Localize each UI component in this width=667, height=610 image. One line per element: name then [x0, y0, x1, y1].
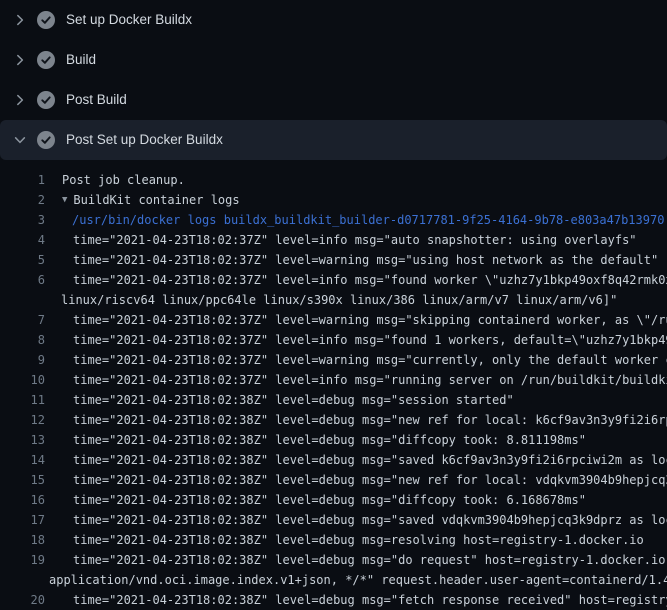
log-line: 16 time="2021-04-23T18:02:38Z" level=deb… [0, 490, 667, 510]
chevron-down-icon[interactable] [12, 132, 28, 148]
line-number[interactable]: 5 [0, 250, 45, 270]
line-number[interactable]: 17 [0, 510, 45, 530]
line-number[interactable]: 11 [0, 390, 45, 410]
check-circle-icon [37, 51, 55, 69]
line-text: Post job cleanup. [45, 170, 185, 190]
step-row[interactable]: Post Set up Docker Buildx [0, 120, 667, 160]
line-text: linux/riscv64 linux/ppc64le linux/s390x … [45, 290, 617, 310]
line-text: time="2021-04-23T18:02:38Z" level=debug … [45, 510, 667, 530]
line-number[interactable]: 12 [0, 410, 45, 430]
line-text: time="2021-04-23T18:02:38Z" level=debug … [45, 550, 667, 570]
log-line: 6 time="2021-04-23T18:02:37Z" level=info… [0, 270, 667, 290]
step-title: Build [66, 40, 96, 80]
line-number[interactable]: 20 [0, 590, 45, 610]
step-row[interactable]: Build [0, 40, 667, 80]
line-text: time="2021-04-23T18:02:38Z" level=debug … [45, 430, 586, 450]
log-line: linux/riscv64 linux/ppc64le linux/s390x … [0, 290, 667, 310]
line-number[interactable]: 14 [0, 450, 45, 470]
log-line: 10 time="2021-04-23T18:02:37Z" level=inf… [0, 370, 667, 390]
log-line: 4 time="2021-04-23T18:02:37Z" level=info… [0, 230, 667, 250]
check-circle-icon [37, 91, 55, 109]
line-text: /usr/bin/docker logs buildx_buildkit_bui… [45, 210, 664, 230]
line-number[interactable]: 10 [0, 370, 45, 390]
line-text: BuildKit container logs [67, 190, 239, 210]
line-number[interactable]: 7 [0, 310, 45, 330]
line-number[interactable]: 6 [0, 270, 45, 290]
line-number[interactable]: 13 [0, 430, 45, 450]
steps-list: Set up Docker Buildx Build [0, 0, 667, 160]
line-number[interactable]: 4 [0, 230, 45, 250]
chevron-right-icon[interactable] [12, 12, 28, 28]
log-line: 5 time="2021-04-23T18:02:37Z" level=warn… [0, 250, 667, 270]
step-title: Set up Docker Buildx [66, 0, 192, 40]
line-text: time="2021-04-23T18:02:38Z" level=debug … [45, 450, 667, 470]
chevron-right-icon[interactable] [12, 92, 28, 108]
line-number[interactable]: 18 [0, 530, 45, 550]
log-line: 8 time="2021-04-23T18:02:37Z" level=info… [0, 330, 667, 350]
step-row[interactable]: Set up Docker Buildx [0, 0, 667, 40]
check-circle-icon [37, 131, 55, 149]
log-line: 13 time="2021-04-23T18:02:38Z" level=deb… [0, 430, 667, 450]
step-row[interactable]: Post Build [0, 80, 667, 120]
log-line: 19 time="2021-04-23T18:02:38Z" level=deb… [0, 550, 667, 570]
log-line: 2 ▼ BuildKit container logs [0, 190, 667, 210]
step-title: Post Build [66, 80, 127, 120]
log-line: 17 time="2021-04-23T18:02:38Z" level=deb… [0, 510, 667, 530]
log-line: application/vnd.oci.image.index.v1+json,… [0, 570, 667, 590]
line-number[interactable]: 9 [0, 350, 45, 370]
line-number[interactable]: 3 [0, 210, 45, 230]
job-log-viewer: Set up Docker Buildx Build [0, 0, 667, 600]
line-number[interactable] [0, 570, 45, 590]
line-text: time="2021-04-23T18:02:38Z" level=debug … [45, 390, 514, 410]
line-text: time="2021-04-23T18:02:37Z" level=warnin… [45, 350, 667, 370]
log-line: 18 time="2021-04-23T18:02:38Z" level=deb… [0, 530, 667, 550]
line-text: time="2021-04-23T18:02:38Z" level=debug … [45, 410, 667, 430]
group-collapse-icon[interactable]: ▼ [45, 190, 67, 210]
line-text: time="2021-04-23T18:02:38Z" level=debug … [45, 590, 667, 610]
line-number[interactable]: 19 [0, 550, 45, 570]
chevron-right-icon[interactable] [12, 52, 28, 68]
check-circle-icon [37, 11, 55, 29]
log-line: 15 time="2021-04-23T18:02:38Z" level=deb… [0, 470, 667, 490]
log-line: 14 time="2021-04-23T18:02:38Z" level=deb… [0, 450, 667, 470]
line-text: time="2021-04-23T18:02:38Z" level=debug … [45, 530, 644, 550]
line-number[interactable] [0, 290, 45, 310]
line-number[interactable]: 15 [0, 470, 45, 490]
line-text: time="2021-04-23T18:02:38Z" level=debug … [45, 490, 586, 510]
line-text: time="2021-04-23T18:02:37Z" level=warnin… [45, 250, 658, 270]
log-line: 7 time="2021-04-23T18:02:37Z" level=warn… [0, 310, 667, 330]
log-lines: 1 Post job cleanup. 2 ▼ BuildKit contain… [0, 170, 667, 610]
line-text: time="2021-04-23T18:02:38Z" level=debug … [45, 470, 667, 490]
line-text: time="2021-04-23T18:02:37Z" level=info m… [45, 230, 637, 250]
log-line: 11 time="2021-04-23T18:02:38Z" level=deb… [0, 390, 667, 410]
log-line: 20 time="2021-04-23T18:02:38Z" level=deb… [0, 590, 667, 610]
log-line: 9 time="2021-04-23T18:02:37Z" level=warn… [0, 350, 667, 370]
line-number[interactable]: 2 [0, 190, 45, 210]
line-text: time="2021-04-23T18:02:37Z" level=info m… [45, 330, 667, 350]
line-number[interactable]: 1 [0, 170, 45, 190]
line-text: application/vnd.oci.image.index.v1+json,… [45, 570, 667, 590]
line-text: time="2021-04-23T18:02:37Z" level=info m… [45, 370, 667, 390]
line-text: time="2021-04-23T18:02:37Z" level=info m… [45, 270, 667, 290]
log-line: 3 /usr/bin/docker logs buildx_buildkit_b… [0, 210, 667, 230]
line-number[interactable]: 8 [0, 330, 45, 350]
line-text: time="2021-04-23T18:02:37Z" level=warnin… [45, 310, 667, 330]
line-number[interactable]: 16 [0, 490, 45, 510]
log-line: 12 time="2021-04-23T18:02:38Z" level=deb… [0, 410, 667, 430]
step-title: Post Set up Docker Buildx [66, 120, 223, 160]
log-line: 1 Post job cleanup. [0, 170, 667, 190]
